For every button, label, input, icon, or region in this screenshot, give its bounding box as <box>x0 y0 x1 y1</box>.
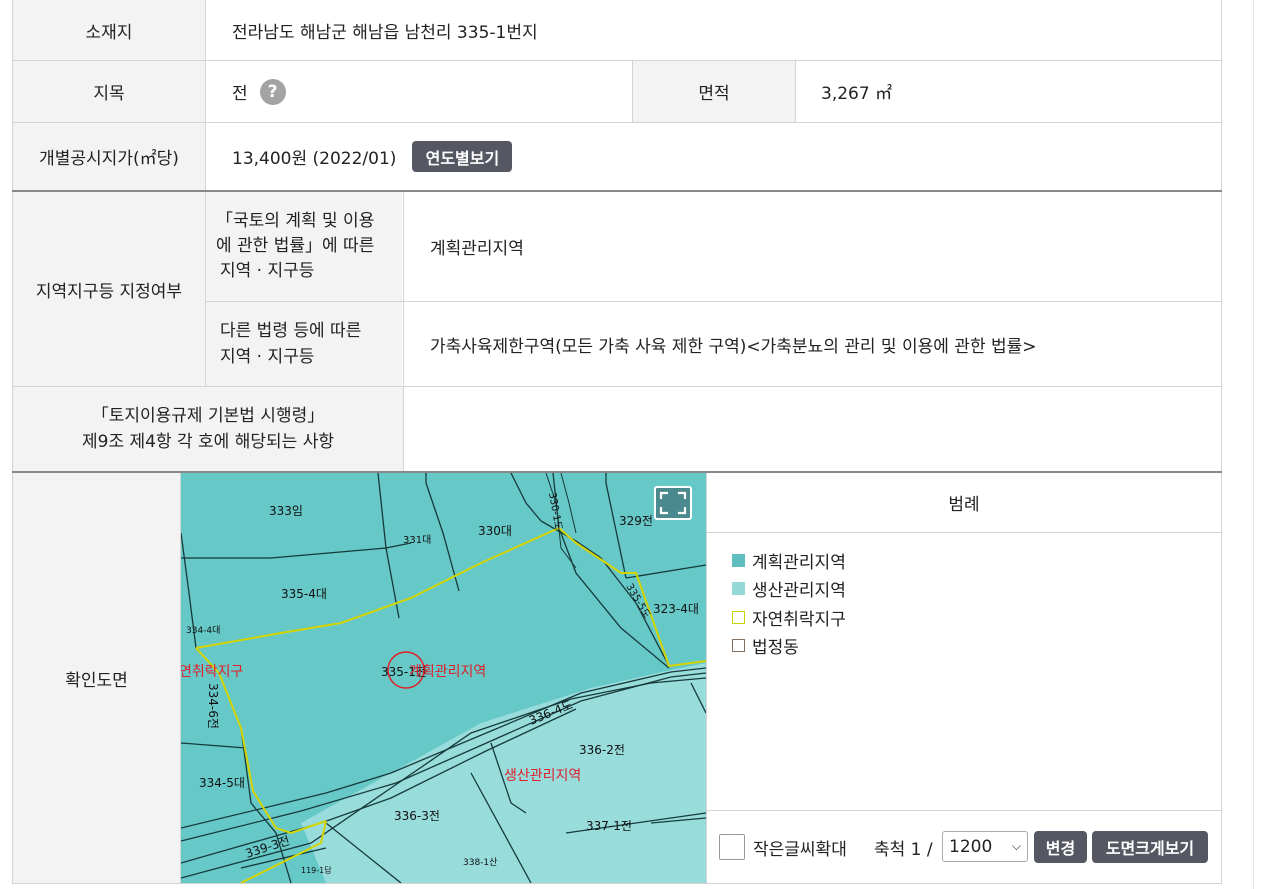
parcel-label: 334-4대 <box>186 625 220 636</box>
location-label: 소재지 <box>85 22 133 43</box>
area-label-cell: 면적 <box>633 61 795 122</box>
divider <box>707 810 1222 811</box>
location-value: 전라남도 해남군 해남읍 남천리 335-1번지 <box>232 22 538 43</box>
divider <box>707 532 1222 533</box>
legend-item-district: 법정동 <box>732 632 1132 661</box>
land-category-value-cell: 전 ? <box>206 61 632 122</box>
big-map-button[interactable]: 도면크게보기 <box>1092 831 1208 863</box>
scrollbar-edge <box>1253 0 1254 889</box>
legend-list: 계획관리지역 생산관리지역 자연취락지구 법정동 <box>732 546 1132 660</box>
legend-item-label: 생산관리지역 <box>752 581 846 602</box>
legend-title: 범례 <box>948 495 980 515</box>
zoning-sub2-label-cell: 다른 법령 등에 따른 지역 · 지구등 <box>206 302 402 386</box>
parcel-map[interactable]: 333임 331대 330대 330-1도 329전 335-4대 323-4대… <box>181 473 706 883</box>
zoning-sub1-label-line: 지역 · 지구등 <box>220 261 315 281</box>
table-border-bottom <box>12 883 1222 884</box>
zoning-sub2-label-line: 다른 법령 등에 따른 <box>220 321 362 341</box>
enforcement-value-cell <box>404 387 1221 471</box>
zone-label-production: 생산관리지역 <box>504 768 581 784</box>
zoning-sub1-value: 계획관리지역 <box>430 239 524 259</box>
small-text-label: 작은글씨확대 <box>753 839 847 860</box>
land-category-value: 전 <box>232 84 248 104</box>
scale-value: 1200 <box>949 836 993 857</box>
change-button[interactable]: 변경 <box>1034 831 1087 863</box>
zoning-sub1-label-line: 「국토의 계획 및 이용 <box>216 211 375 231</box>
enforcement-label-line: 「토지이용규제 기본법 시행령」 <box>91 406 325 426</box>
legend-item-planned: 계획관리지역 <box>732 546 1132 575</box>
land-category-label-cell: 지목 <box>13 61 205 122</box>
legend-swatch <box>732 582 745 596</box>
yearly-view-button[interactable]: 연도별보기 <box>412 141 513 172</box>
scale-label: 축척 1 / <box>874 839 933 860</box>
legend-item-production: 생산관리지역 <box>732 575 1132 604</box>
zoning-sub1-label-line: 에 관한 법률」에 따른 <box>216 236 375 256</box>
parcel-label: 336-2전 <box>579 743 625 757</box>
location-value-cell: 전라남도 해남군 해남읍 남천리 335-1번지 <box>206 0 1221 60</box>
legend-item-village: 자연취락지구 <box>732 603 1132 632</box>
area-label: 면적 <box>698 84 730 104</box>
zoning-sub2-value-cell: 가축사육제한구역(모든 가축 사육 제한 구역)<가축분뇨의 관리 및 이용에 … <box>404 302 1221 386</box>
parcel-label: 335-4대 <box>281 587 327 601</box>
zoning-sub1-value-cell: 계획관리지역 <box>404 192 1221 301</box>
parcel-label: 333임 <box>269 504 303 518</box>
zone-label-planned: 계획관리지역 <box>409 664 486 680</box>
divider <box>706 473 707 884</box>
zoning-label: 지역지구등 지정여부 <box>35 281 183 302</box>
fullscreen-icon[interactable] <box>654 486 692 520</box>
enforcement-label-cell: 「토지이용규제 기본법 시행령」 제9조 제4항 각 호에 해당되는 사항 <box>13 387 403 471</box>
zoning-sub2-label-line: 지역 · 지구등 <box>220 347 315 367</box>
zoning-sub2-value: 가축사육제한구역(모든 가축 사육 제한 구역)<가축분뇨의 관리 및 이용에 … <box>430 336 1037 357</box>
zone-label-village: 연취락지구 <box>181 664 244 680</box>
area-value-cell: 3,267 ㎡ <box>796 61 1221 122</box>
parcel-label: 330대 <box>478 524 512 538</box>
parcel-label: 337-1전 <box>586 819 632 833</box>
area-value: 3,267 ㎡ <box>821 84 893 104</box>
question-icon[interactable]: ? <box>259 78 286 105</box>
official-price-label: 개별공시지가(㎡당) <box>39 149 179 169</box>
enforcement-label-line: 제9조 제4항 각 호에 해당되는 사항 <box>82 432 334 452</box>
table-border-right <box>1221 0 1222 884</box>
land-category-label: 지목 <box>93 84 125 104</box>
parcel-label: 329전 <box>619 514 653 528</box>
legend-swatch <box>732 553 745 567</box>
parcel-label: 334-6전 <box>206 683 220 729</box>
map-label-cell: 확인도면 <box>13 473 180 884</box>
legend-swatch <box>732 610 745 624</box>
legend-item-label: 자연취락지구 <box>752 609 846 630</box>
legend-title-cell: 범례 <box>707 473 1221 532</box>
official-price-label-cell: 개별공시지가(㎡당) <box>13 123 205 190</box>
legend-item-label: 법정동 <box>752 638 799 659</box>
parcel-map-svg: 333임 331대 330대 330-1도 329전 335-4대 323-4대… <box>181 473 706 883</box>
chevron-down-icon: ⌵ <box>1011 839 1021 853</box>
parcel-label: 336-3전 <box>394 809 440 823</box>
parcel-label: 338-1산 <box>463 857 497 868</box>
location-label-cell: 소재지 <box>13 0 205 60</box>
parcel-label: 334-5대 <box>199 776 245 790</box>
official-price-value-cell: 13,400원 (2022/01) 연도별보기 <box>206 123 1221 190</box>
map-label: 확인도면 <box>65 671 128 691</box>
official-price-value: 13,400원 (2022/01) <box>232 149 397 169</box>
scale-select[interactable]: 1200 ⌵ <box>942 831 1028 862</box>
parcel-label: 331대 <box>403 534 431 546</box>
zoning-sub1-label-cell: 「국토의 계획 및 이용 에 관한 법률」에 따른 지역 · 지구등 <box>206 192 402 301</box>
small-text-checkbox[interactable] <box>719 834 745 860</box>
legend-item-label: 계획관리지역 <box>752 552 846 573</box>
legend-swatch <box>732 639 745 653</box>
parcel-label: 323-4대 <box>653 602 699 616</box>
zoning-label-cell: 지역지구등 지정여부 <box>13 192 205 386</box>
parcel-label: 119-1답 <box>301 865 332 875</box>
